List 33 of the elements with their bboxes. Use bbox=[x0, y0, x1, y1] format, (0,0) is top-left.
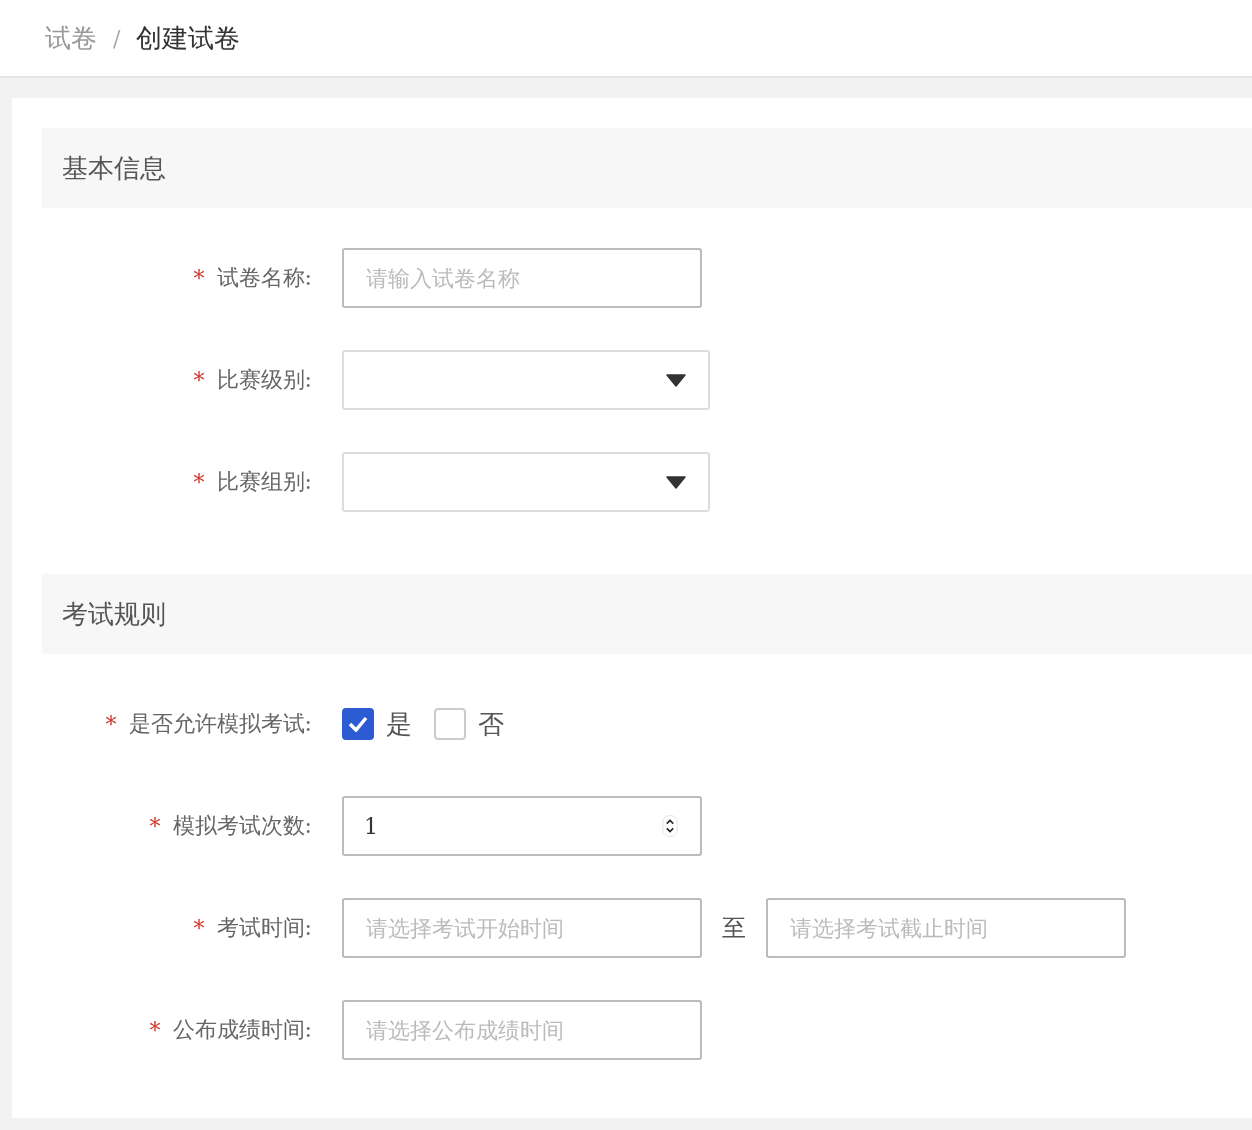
field-label: 比赛级别: bbox=[216, 366, 312, 394]
field-label: 考试时间: bbox=[216, 914, 312, 942]
required-mark: * bbox=[149, 1017, 161, 1043]
breadcrumb-separator: / bbox=[113, 25, 121, 51]
check-icon bbox=[348, 716, 368, 732]
section-header: 基本信息 bbox=[42, 128, 1252, 208]
text-input[interactable]: 请选择公布成绩时间 bbox=[342, 1000, 702, 1060]
checkbox[interactable] bbox=[342, 708, 374, 740]
caret-down-icon bbox=[666, 373, 686, 387]
field-label: 试卷名称: bbox=[216, 264, 312, 292]
date-input[interactable]: 请选择考试开始时间 bbox=[342, 898, 702, 958]
spinner-icon[interactable] bbox=[662, 812, 678, 840]
checkbox-label: 否 bbox=[478, 707, 504, 741]
field-label: 模拟考试次数: bbox=[172, 812, 312, 840]
date-input[interactable]: 请选择考试截止时间 bbox=[766, 898, 1126, 958]
number-field[interactable]: 1 bbox=[342, 796, 702, 856]
required-mark: * bbox=[149, 813, 161, 839]
range-separator: 至 bbox=[722, 913, 746, 944]
text-input[interactable]: 请输入试卷名称 bbox=[342, 248, 702, 308]
field-label: 公布成绩时间: bbox=[172, 1016, 312, 1044]
required-mark: * bbox=[105, 711, 117, 737]
select-field[interactable] bbox=[342, 350, 710, 410]
required-mark: * bbox=[193, 915, 205, 941]
required-mark: * bbox=[193, 367, 205, 393]
field-label: 是否允许模拟考试: bbox=[128, 710, 312, 738]
required-mark: * bbox=[193, 265, 205, 291]
required-mark: * bbox=[193, 469, 205, 495]
field-label: 比赛组别: bbox=[216, 468, 312, 496]
caret-down-icon bbox=[666, 475, 686, 489]
select-field[interactable] bbox=[342, 452, 710, 512]
breadcrumb-current: 创建试卷 bbox=[136, 21, 241, 55]
section-header: 考试规则 bbox=[42, 574, 1252, 654]
checkbox-label: 是 bbox=[386, 707, 412, 741]
